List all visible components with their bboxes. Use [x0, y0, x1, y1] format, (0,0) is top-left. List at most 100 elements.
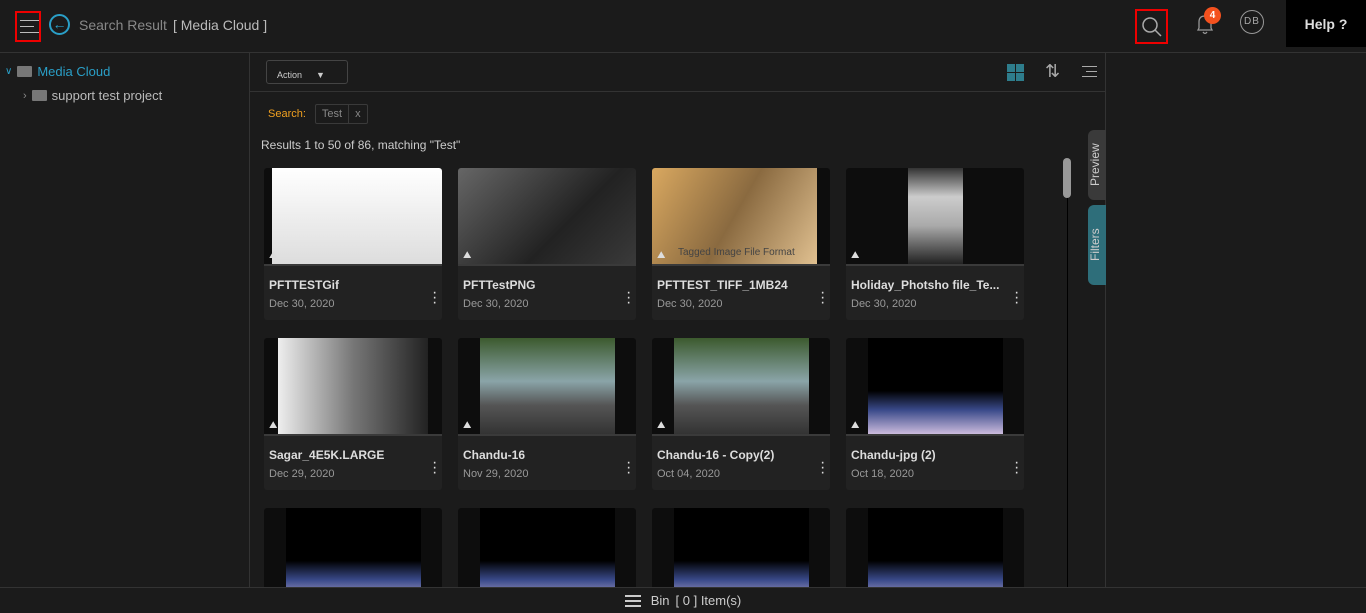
avatar[interactable]: DB	[1240, 10, 1264, 34]
asset-thumbnail[interactable]: ⛰ Tagged Image File Format	[652, 168, 830, 266]
tab-preview[interactable]: Preview	[1088, 130, 1106, 200]
asset-name[interactable]: Chandu-16 - Copy(2)	[657, 448, 807, 462]
asset-name[interactable]: PFTTESTGif	[269, 278, 419, 292]
asset-name[interactable]: PFTTEST_TIFF_1MB24	[657, 278, 807, 292]
action-dropdown[interactable]: Action ▼	[266, 60, 348, 84]
image-type-icon: ⛰	[463, 250, 472, 261]
scrollbar-track[interactable]	[1067, 158, 1068, 587]
asset-name[interactable]: PFTTestPNG	[463, 278, 613, 292]
asset-date: Dec 30, 2020	[463, 298, 529, 310]
image-type-icon: ⛰	[851, 420, 860, 431]
search-term: Test	[321, 108, 343, 120]
asset-thumbnail[interactable]: ⛰	[846, 338, 1024, 436]
asset-date: Dec 30, 2020	[851, 298, 917, 310]
asset-card[interactable]: ⛰ Chandu-16 Nov 29, 2020 · · ·	[458, 338, 636, 490]
chevron-down-icon[interactable]: ∨	[5, 66, 12, 77]
more-options-icon[interactable]: · · ·	[820, 285, 825, 311]
tree-item-support-test-project[interactable]: › support test project	[23, 88, 162, 103]
asset-card[interactable]	[652, 508, 830, 598]
more-options-icon[interactable]: · · ·	[820, 455, 825, 481]
asset-thumbnail[interactable]: ⛰	[846, 168, 1024, 266]
asset-thumbnail[interactable]	[846, 508, 1024, 598]
asset-card[interactable]: ⛰ Tagged Image File Format PFTTEST_TIFF_…	[652, 168, 830, 320]
results-panel: Action ▼ ⇅ Search: Test x Results 1 to 50 …	[250, 53, 1106, 598]
asset-card[interactable]	[264, 508, 442, 598]
image-type-icon: ⛰	[269, 250, 278, 261]
asset-card[interactable]: ⛰ Chandu-16 - Copy(2) Oct 04, 2020 · · ·	[652, 338, 830, 490]
breadcrumb-title: Search Result	[79, 17, 167, 33]
asset-card[interactable]: ⛰ Chandu-jpg (2) Oct 18, 2020 · · ·	[846, 338, 1024, 490]
results-summary: Results 1 to 50 of 86, matching "Test"	[261, 138, 461, 152]
asset-card[interactable]: ⛰ PFTTestPNG Dec 30, 2020 · · ·	[458, 168, 636, 320]
folder-icon	[17, 66, 33, 77]
list-view-icon[interactable]	[1082, 66, 1097, 77]
asset-thumbnail[interactable]: ⛰	[264, 338, 442, 436]
asset-date: Oct 04, 2020	[657, 468, 720, 480]
chevron-right-icon[interactable]: ›	[23, 90, 27, 102]
tree-item-label: Media Cloud	[37, 64, 111, 79]
sort-icon[interactable]: ⇅	[1045, 61, 1060, 82]
asset-thumbnail[interactable]: ⛰	[458, 168, 636, 266]
more-options-icon[interactable]: · · ·	[432, 455, 437, 481]
breadcrumb-location: [ Media Cloud ]	[172, 17, 268, 33]
folder-tree: ∨ Media Cloud › support test project	[0, 53, 250, 587]
asset-date: Oct 18, 2020	[851, 468, 914, 480]
thumbnail-image	[674, 338, 809, 434]
caret-down-icon: ▼	[316, 70, 325, 80]
search-label: Search:	[268, 108, 306, 120]
toolbar: Action ▼ ⇅	[250, 53, 1106, 92]
asset-date: Dec 30, 2020	[269, 298, 335, 310]
search-button[interactable]	[1135, 9, 1168, 44]
tree-item-media-cloud[interactable]: ∨ Media Cloud	[5, 64, 110, 79]
thumbnail-image	[674, 508, 809, 598]
bin-count: [ 0 ] Item(s)	[675, 593, 742, 608]
asset-card[interactable]: ⛰ PFTTESTGif Dec 30, 2020 · · ·	[264, 168, 442, 320]
asset-thumbnail[interactable]	[458, 508, 636, 598]
asset-name[interactable]: Chandu-jpg (2)	[851, 448, 1001, 462]
thumbnail-image	[272, 168, 442, 264]
asset-thumbnail[interactable]: ⛰	[458, 338, 636, 436]
asset-thumbnail[interactable]	[652, 508, 830, 598]
grid-view-icon[interactable]	[1007, 64, 1024, 81]
asset-date: Dec 29, 2020	[269, 468, 335, 480]
search-icon	[1142, 17, 1162, 37]
more-options-icon[interactable]: · · ·	[1014, 455, 1019, 481]
image-type-icon: ⛰	[463, 420, 472, 431]
more-options-icon[interactable]: · · ·	[626, 285, 631, 311]
folder-icon	[31, 90, 47, 101]
asset-name[interactable]: Chandu-16	[463, 448, 613, 462]
menu-button[interactable]	[15, 11, 41, 42]
thumbnail-caption: Tagged Image File Format	[678, 247, 795, 258]
help-button[interactable]: Help ?	[1286, 0, 1366, 47]
more-options-icon[interactable]: · · ·	[626, 455, 631, 481]
asset-card[interactable]	[458, 508, 636, 598]
thumbnail-image	[908, 168, 963, 264]
thumbnail-image	[868, 508, 1003, 598]
asset-name[interactable]: Holiday_Photsho file_Te...	[851, 278, 1001, 292]
bin-bar[interactable]: Bin [ 0 ] Item(s)	[0, 587, 1366, 613]
asset-card[interactable]: ⛰ Sagar_4E5K.LARGE Dec 29, 2020 · · ·	[264, 338, 442, 490]
asset-card[interactable]: ⛰ Holiday_Photsho file_Te... Dec 30, 202…	[846, 168, 1024, 320]
search-chip: Test x	[314, 104, 368, 124]
notification-badge: 4	[1204, 7, 1221, 24]
tab-filters[interactable]: Filters	[1088, 205, 1106, 285]
asset-date: Nov 29, 2020	[463, 468, 529, 480]
hamburger-icon[interactable]	[624, 594, 641, 607]
breadcrumb: Search Result [ Media Cloud ]	[79, 17, 267, 33]
asset-thumbnail[interactable]: ⛰	[652, 338, 830, 436]
asset-name[interactable]: Sagar_4E5K.LARGE	[269, 448, 419, 462]
top-bar: ← Search Result [ Media Cloud ] 4 DB Help…	[0, 0, 1366, 53]
image-type-icon: ⛰	[657, 250, 666, 261]
back-arrow-icon[interactable]: ←	[49, 14, 70, 35]
more-options-icon[interactable]: · · ·	[432, 285, 437, 311]
image-type-icon: ⛰	[851, 250, 860, 261]
asset-thumbnail[interactable]	[264, 508, 442, 598]
asset-thumbnail[interactable]: ⛰	[264, 168, 442, 266]
scrollbar-thumb[interactable]	[1063, 158, 1071, 198]
clear-search-button[interactable]: x	[348, 105, 367, 123]
more-options-icon[interactable]: · · ·	[1014, 285, 1019, 311]
asset-card[interactable]	[846, 508, 1024, 598]
tree-item-label: support test project	[51, 88, 163, 103]
asset-date: Dec 30, 2020	[657, 298, 723, 310]
thumbnail-image	[480, 338, 615, 434]
